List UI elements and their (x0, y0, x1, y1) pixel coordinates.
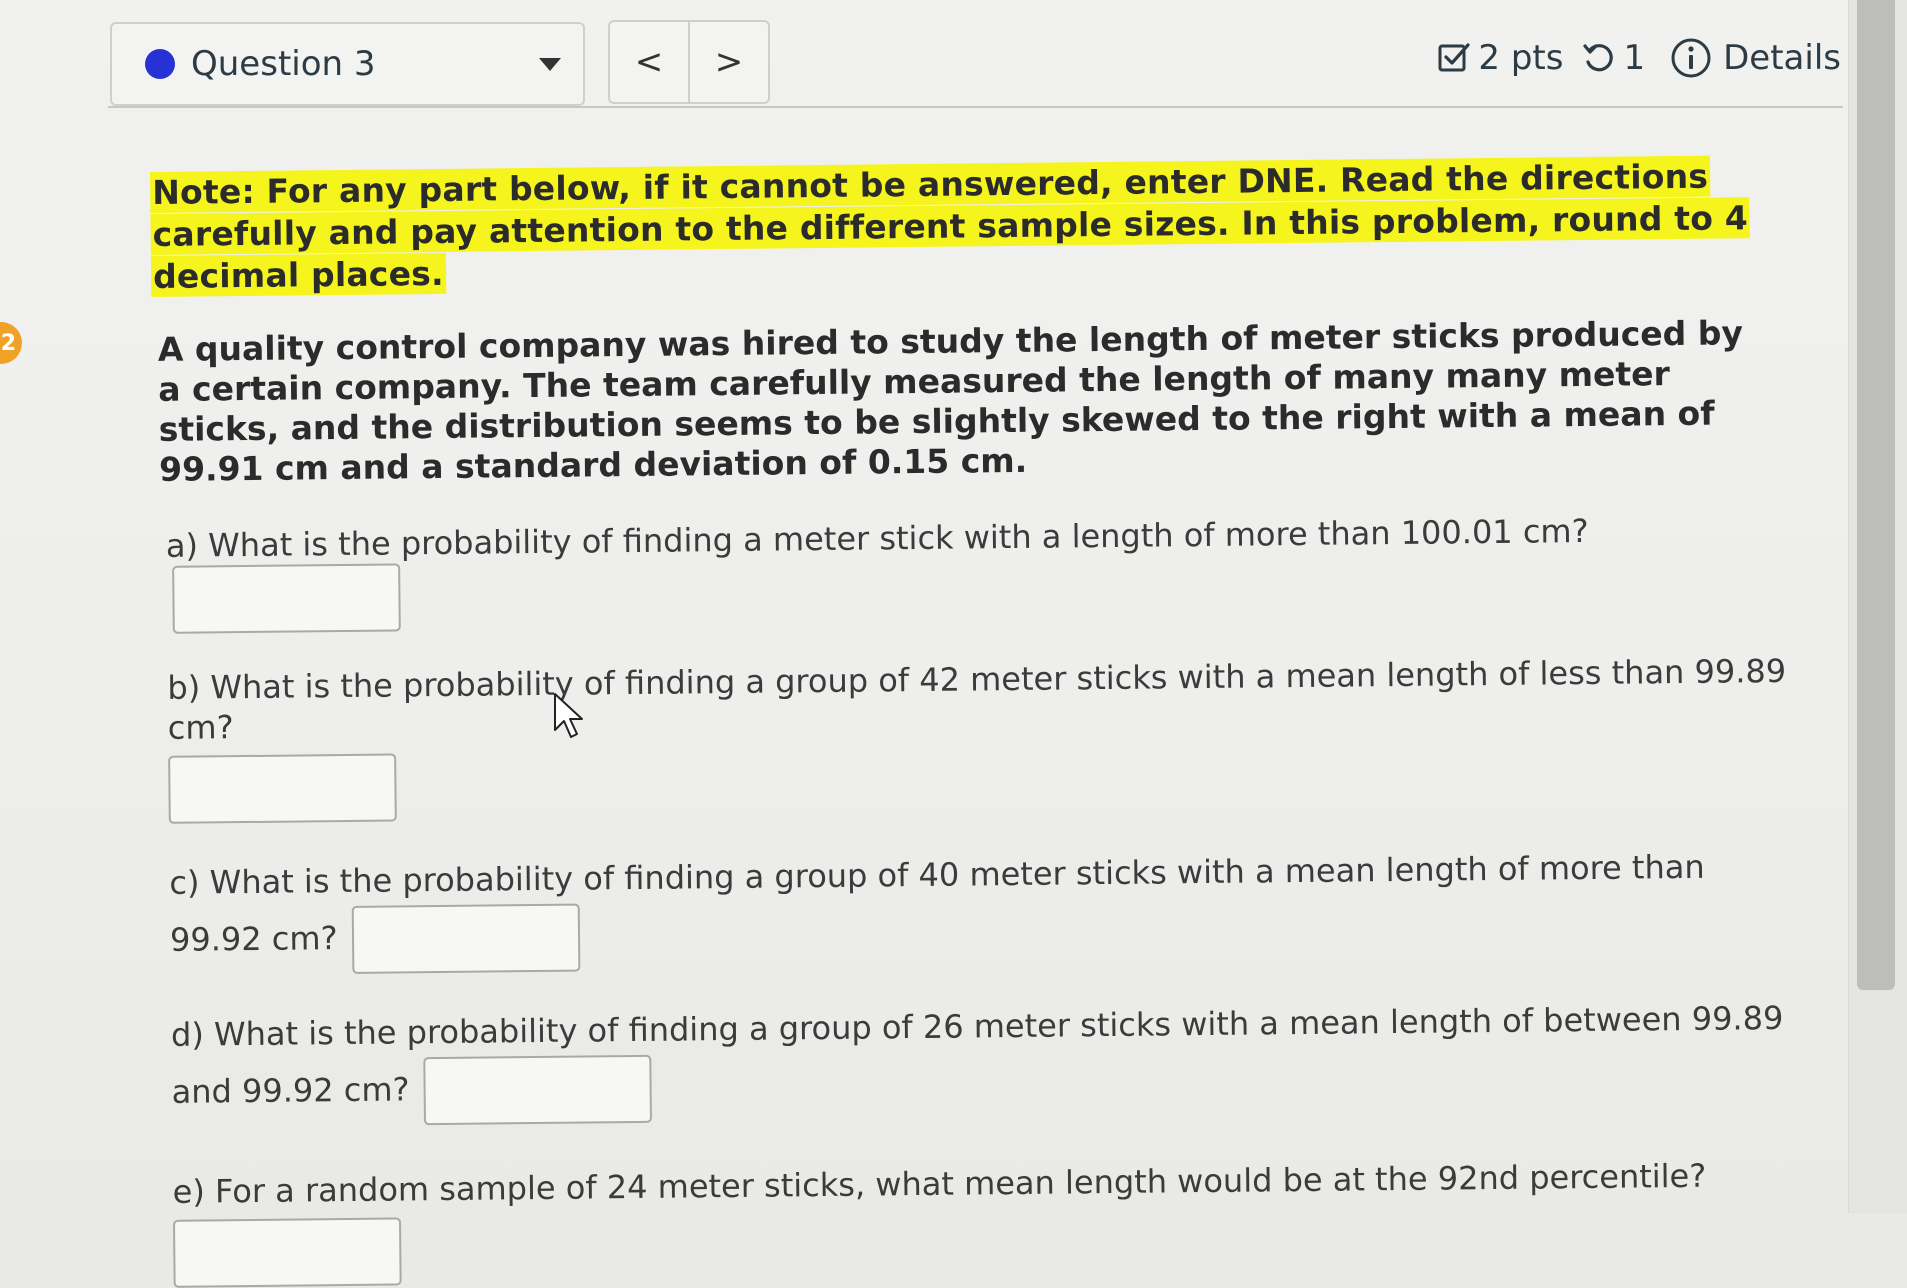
attempts-indicator: 1 (1581, 38, 1645, 78)
caret-down-icon (539, 57, 561, 71)
part-e: e) For a random sample of 24 meter stick… (160, 1155, 1793, 1288)
details-label: Details (1723, 38, 1841, 78)
part-b-text: b) What is the probability of finding a … (167, 651, 1787, 747)
question-meta: 2 pts 1 Details (1436, 30, 1841, 86)
part-a-answer-input[interactable] (172, 563, 401, 634)
note-text: Note: For any part below, if it cannot b… (150, 155, 1791, 298)
points-label: 2 pts (1478, 38, 1564, 78)
part-b-answer-input[interactable] (168, 753, 397, 824)
question-nav: < > (608, 20, 770, 104)
details-button[interactable]: Details (1669, 36, 1841, 80)
question-selector[interactable]: Question 3 (110, 22, 585, 106)
next-question-button[interactable]: > (688, 22, 768, 102)
checkbox-icon (1436, 40, 1472, 76)
part-d: d) What is the probability of finding a … (159, 993, 1792, 1128)
badge-text: 2 (0, 330, 16, 356)
question-number-badge: 2 (0, 322, 22, 364)
scrollbar-thumb[interactable] (1857, 0, 1895, 990)
attempts-label: 1 (1623, 38, 1646, 78)
mouse-pointer-icon (553, 692, 587, 744)
points-indicator: 2 pts (1436, 38, 1563, 78)
part-b: b) What is the probability of finding a … (155, 651, 1789, 824)
note-highlight: Note: For any part below, if it cannot b… (150, 155, 1751, 297)
part-a-text: a) What is the probability of finding a … (165, 511, 1589, 565)
retry-icon (1581, 40, 1617, 76)
question-body: Note: For any part below, if it cannot b… (150, 155, 1802, 1288)
question-status-dot-icon (145, 49, 175, 79)
part-c-answer-input[interactable] (351, 903, 581, 974)
header-divider (108, 106, 1843, 108)
info-icon (1669, 36, 1713, 80)
part-e-text: e) For a random sample of 24 meter stick… (172, 1156, 1707, 1211)
part-d-text: d) What is the probability of finding a … (170, 998, 1784, 1111)
part-e-answer-input[interactable] (172, 1217, 402, 1288)
screen-background: 2 Question 3 < > 2 pts 1 Details Note: F… (0, 0, 1907, 1288)
question-selector-label: Question 3 (191, 44, 376, 84)
problem-statement: A quality control company was hired to s… (157, 313, 1744, 489)
part-d-answer-input[interactable] (423, 1054, 653, 1126)
part-a: a) What is the probability of finding a … (154, 509, 1787, 634)
part-c: c) What is the probability of finding a … (157, 842, 1710, 976)
previous-question-button[interactable]: < (610, 22, 688, 102)
